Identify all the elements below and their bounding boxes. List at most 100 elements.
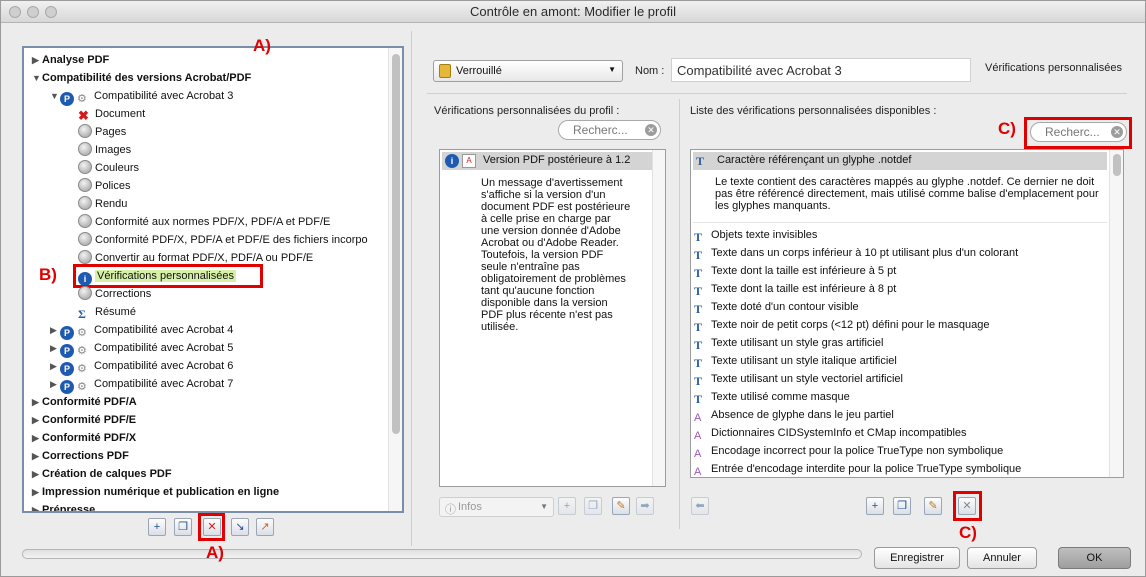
profile-tree[interactable]: ▶ Analyse PDF ▼Compatibilité des versions … xyxy=(22,46,404,513)
tree-item[interactable]: ✖ Document xyxy=(68,105,145,123)
available-check-item[interactable]: T Texte utilisant un style gras artificie… xyxy=(694,334,883,352)
close-window-button[interactable] xyxy=(9,6,21,18)
disclosure-closed-icon[interactable]: ▶ xyxy=(32,429,42,447)
disclosure-closed-icon[interactable]: ▶ xyxy=(32,501,42,511)
available-checks-list[interactable]: T Caractère référençant un glyphe .notde… xyxy=(690,149,1124,478)
tree-item[interactable]: ▶ P ⚙ Compatibilité avec Acrobat 4 xyxy=(50,321,233,340)
wrench-icon: ⚙ xyxy=(77,363,87,375)
tree-item[interactable]: ▶ P ⚙ Compatibilité avec Acrobat 6 xyxy=(50,357,233,376)
profile-search-input[interactable]: Recherc... ✕ xyxy=(558,120,661,140)
tree-item[interactable]: ▶ P ⚙ Compatibilité avec Acrobat 5 xyxy=(50,339,233,358)
infos-dropdown[interactable]: ⓘ Infos ▼ xyxy=(439,497,554,517)
new-profile-icon[interactable]: + xyxy=(148,518,166,536)
disclosure-closed-icon[interactable]: ▶ xyxy=(32,483,42,501)
tree-item[interactable]: Couleurs xyxy=(68,159,139,177)
disclosure-closed-icon[interactable]: ▶ xyxy=(50,339,60,357)
tree-item[interactable]: Σ Résumé xyxy=(68,303,136,321)
duplicate-icon[interactable]: ❐ xyxy=(174,518,192,536)
tree-item[interactable]: Conformité aux normes PDF/X, PDF/A et PD… xyxy=(68,213,330,231)
tree-item[interactable]: Conformité PDF/X, PDF/A et PDF/E des fic… xyxy=(68,231,368,249)
tree-item-label: Document xyxy=(95,108,146,120)
edit-icon[interactable]: ✎ xyxy=(612,497,630,515)
tree-item[interactable]: Corrections xyxy=(68,285,151,303)
tree-item[interactable]: ▶ Conformité PDF/E xyxy=(32,411,136,429)
disclosure-closed-icon[interactable]: ▶ xyxy=(50,321,60,339)
disclosure-closed-icon[interactable]: ▶ xyxy=(50,375,60,393)
tree-item[interactable]: Rendu xyxy=(68,195,127,213)
add-to-profile-icon[interactable]: + xyxy=(558,497,576,515)
disclosure-closed-icon[interactable]: ▶ xyxy=(32,465,42,483)
move-right-icon[interactable]: ➡ xyxy=(636,497,654,515)
tree-scroll-thumb[interactable] xyxy=(392,54,400,434)
lock-dropdown[interactable]: Verrouillé ▼ xyxy=(433,60,623,82)
available-check-item[interactable]: T Texte noir de petit corps (<12 pt) défi… xyxy=(694,316,990,334)
available-check-item[interactable]: T Texte doté d'un contour visible xyxy=(694,298,859,316)
profile-list-scrollbar[interactable] xyxy=(652,150,665,486)
tree-item-label: Analyse PDF xyxy=(42,54,110,66)
available-check-item[interactable]: T Texte utilisant un style vectoriel arti… xyxy=(694,370,903,388)
tree-item[interactable]: ▶ Conformité PDF/A xyxy=(32,393,137,411)
disclosure-closed-icon[interactable]: ▶ xyxy=(50,357,60,375)
edit-icon[interactable]: ✎ xyxy=(924,497,942,515)
disclosure-open-icon[interactable]: ▼ xyxy=(32,69,42,87)
clear-search-icon[interactable]: ✕ xyxy=(645,124,657,136)
clear-search-icon[interactable]: ✕ xyxy=(1111,126,1123,138)
disclosure-closed-icon[interactable]: ▶ xyxy=(32,393,42,411)
profile-checks-list[interactable]: i A Version PDF postérieure à 1.2 Un mes… xyxy=(439,149,666,487)
wrench-icon: ⚙ xyxy=(77,327,87,339)
available-check-item[interactable]: T Texte utilisé comme masque xyxy=(694,388,850,406)
tree-item-label: Création de calques PDF xyxy=(42,468,172,480)
available-check-item[interactable]: T Texte utilisant un style italique artif… xyxy=(694,352,897,370)
export-icon[interactable]: ↗ xyxy=(256,518,274,536)
minimize-window-button[interactable] xyxy=(27,6,39,18)
disclosure-open-icon[interactable]: ▼ xyxy=(50,87,60,105)
available-check-item[interactable]: A Absence de glyphe dans le jeu partiel xyxy=(694,406,894,424)
wrench-icon: ⚙ xyxy=(77,93,87,105)
tree-item[interactable]: Images xyxy=(68,141,131,159)
tree-item[interactable]: ▶ Conformité PDF/X xyxy=(32,429,136,447)
profile-icon: P xyxy=(60,92,74,106)
tree-item[interactable]: ▶ Prépresse xyxy=(32,501,95,511)
tree-item[interactable]: ▶ Analyse PDF xyxy=(32,51,109,69)
tree-item[interactable]: ▼Compatibilité des versions Acrobat/PDF xyxy=(32,69,251,87)
new-check-icon[interactable]: + xyxy=(866,497,884,515)
tree-item[interactable]: Polices xyxy=(68,177,130,195)
error-x-icon: ✖ xyxy=(78,108,89,123)
text-check-icon: T xyxy=(694,284,703,298)
available-check-item[interactable]: T Texte dont la taille est inférieure à 8… xyxy=(694,280,896,298)
zoom-window-button[interactable] xyxy=(45,6,57,18)
tree-scrollbar[interactable] xyxy=(388,48,402,511)
available-check-label: Texte utilisant un style gras artificiel xyxy=(711,337,884,349)
tree-item[interactable]: Pages xyxy=(68,123,126,141)
delete-check-icon[interactable]: ✕ xyxy=(958,497,976,515)
duplicate-icon[interactable]: ❐ xyxy=(893,497,911,515)
disclosure-closed-icon[interactable]: ▶ xyxy=(32,51,42,69)
import-icon[interactable]: ↘ xyxy=(231,518,249,536)
available-check-selected[interactable]: T Caractère référençant un glyphe .notde… xyxy=(693,152,1107,170)
tree-item[interactable]: ▶ Création de calques PDF xyxy=(32,465,172,483)
available-search-input[interactable]: Recherc... ✕ xyxy=(1030,122,1127,142)
tree-item[interactable]: ▼ P ⚙ Compatibilité avec Acrobat 3 xyxy=(50,87,233,106)
cancel-button[interactable]: Annuler xyxy=(967,547,1037,569)
available-check-item[interactable]: T Texte dans un corps inférieur à 10 pt u… xyxy=(694,244,1018,262)
ok-button[interactable]: OK xyxy=(1058,547,1131,569)
tree-item[interactable]: ▶ P ⚙ Compatibilité avec Acrobat 7 xyxy=(50,375,233,394)
available-check-item[interactable]: A Entrée d'encodage interdite pour la pol… xyxy=(694,460,1021,477)
move-left-icon[interactable]: ⬅ xyxy=(691,497,709,515)
tree-item[interactable]: ▶ Corrections PDF xyxy=(32,447,129,465)
tree-item[interactable]: ▶ Impression numérique et publication en … xyxy=(32,483,279,501)
duplicate-icon[interactable]: ❐ xyxy=(584,497,602,515)
available-check-item[interactable]: T Objets texte invisibles xyxy=(694,226,817,244)
save-button[interactable]: Enregistrer xyxy=(874,547,960,569)
middle-splitter[interactable] xyxy=(679,99,680,529)
available-check-item[interactable]: A Encodage incorrect pour la police TrueT… xyxy=(694,442,1003,460)
name-field[interactable]: Compatibilité avec Acrobat 3 xyxy=(671,58,971,82)
available-list-scrollbar[interactable] xyxy=(1109,150,1123,477)
profile-check-item[interactable]: i A Version PDF postérieure à 1.2 xyxy=(442,152,663,170)
available-check-item[interactable]: T Texte dont la taille est inférieure à 5… xyxy=(694,262,896,280)
available-check-item[interactable]: A Dictionnaires CIDSystemInfo et CMap inc… xyxy=(694,424,967,442)
panel-splitter[interactable] xyxy=(411,31,412,546)
available-scroll-thumb[interactable] xyxy=(1113,154,1121,176)
disclosure-closed-icon[interactable]: ▶ xyxy=(32,447,42,465)
disclosure-closed-icon[interactable]: ▶ xyxy=(32,411,42,429)
